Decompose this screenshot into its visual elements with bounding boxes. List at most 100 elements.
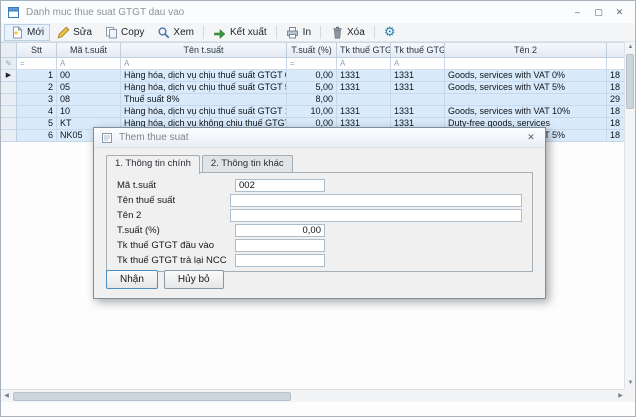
column-header-stt[interactable]: Stt	[17, 43, 57, 57]
cell-tk-thue-gtgt-2	[391, 94, 445, 105]
new-button-label: Mới	[27, 27, 44, 38]
table-row[interactable]: ▶100Hàng hóa, dịch vụ chịu thuế suất GTG…	[1, 70, 626, 82]
tsuat-pct-label: T.suất (%)	[117, 225, 235, 236]
cell-stt: 4	[17, 106, 57, 117]
cell-tk-thue-gtgt-1	[337, 94, 391, 105]
cancel-button[interactable]: Hủy bỏ	[164, 270, 224, 289]
copy-button[interactable]: Copy	[98, 24, 150, 41]
export-button-label: Kết xuất	[230, 27, 267, 38]
indicator-column-header	[1, 43, 17, 57]
cell-ma-tsuat: 00	[57, 70, 121, 81]
table-row[interactable]: 205Hàng hóa, dịch vụ chịu thuế suất GTGT…	[1, 82, 626, 94]
column-header-ten-tsuat[interactable]: Tên t.suất	[121, 43, 287, 57]
field-row: Tên 2	[117, 208, 522, 223]
scroll-left-icon[interactable]: ◀	[1, 391, 12, 402]
ma-tsuat-label: Mã t.suất	[117, 180, 235, 191]
toolbar-separator	[203, 26, 204, 39]
cell-stt: 2	[17, 82, 57, 93]
cell-stt: 3	[17, 94, 57, 105]
toolbar: Mới Sửa Copy Xem Kết xuất	[1, 23, 635, 42]
filter-cell-ma[interactable]: A	[57, 58, 121, 69]
horizontal-scrollbar[interactable]: ◀ ▶	[1, 389, 626, 402]
ma-tsuat-input[interactable]	[235, 179, 325, 192]
filter-cell-ten2[interactable]	[445, 58, 607, 69]
filter-cell-tk2[interactable]: A	[391, 58, 445, 69]
field-row: Tk thuế GTGT trả lại NCC	[117, 253, 522, 268]
cell-ma-tsuat: 08	[57, 94, 121, 105]
tk-gtgt-tra-lai-ncc-input[interactable]	[235, 254, 325, 267]
cell-ten-2: Goods, services with VAT 5%	[445, 82, 607, 93]
cell-tsuat-pct: 5,00	[287, 82, 337, 93]
cell-stt: 1	[17, 70, 57, 81]
column-header-tk-thue-gtgt-2[interactable]: Tk thuế GTGT	[391, 43, 445, 57]
title-bar[interactable]: Danh muc thue suat GTGT dau vao – ▢ ✕	[1, 1, 635, 23]
tsuat-pct-input[interactable]	[235, 224, 325, 237]
table-row[interactable]: 308Thuế suất 8%8,0029	[1, 94, 626, 106]
filter-indicator-icon: ✎	[1, 58, 17, 69]
dialog-title: Them thue suat	[119, 132, 523, 143]
magnifier-icon	[156, 25, 170, 39]
scrollbar-corner	[624, 389, 635, 402]
column-header-ma-tsuat[interactable]: Mã t.suất	[57, 43, 121, 57]
column-header-tk-thue-gtgt-1[interactable]: Tk thuế GTGT	[337, 43, 391, 57]
cell-ten-tsuat: Hàng hóa, dịch vụ chịu thuế suất GTGT 0%	[121, 70, 287, 81]
column-header-tsuat-pct[interactable]: T.suất (%)	[287, 43, 337, 57]
tk-gtgt-tra-lai-ncc-label: Tk thuế GTGT trả lại NCC	[117, 255, 235, 266]
view-button[interactable]: Xem	[150, 24, 200, 41]
scroll-down-icon[interactable]: ▼	[625, 378, 636, 389]
filter-cell-tsuat[interactable]: =	[287, 58, 337, 69]
gear-icon: ⚙	[384, 25, 396, 39]
row-indicator	[1, 94, 17, 105]
delete-button-label: Xóa	[347, 27, 365, 38]
main-info-tab-panel: Mã t.suất Tên thuế suất Tên 2 T.suất (%)…	[106, 172, 533, 272]
tk-gtgt-dau-vao-label: Tk thuế GTGT đầu vào	[117, 240, 235, 251]
new-document-icon	[10, 25, 24, 39]
field-row: Tên thuế suất	[117, 193, 522, 208]
app-window: Danh muc thue suat GTGT dau vao – ▢ ✕ Mớ…	[0, 0, 636, 417]
filter-cell-stt[interactable]: =	[17, 58, 57, 69]
ten-2-input[interactable]	[230, 209, 522, 222]
copy-button-label: Copy	[121, 27, 144, 38]
printer-icon	[286, 25, 300, 39]
horizontal-scroll-thumb[interactable]	[13, 392, 291, 401]
print-button[interactable]: In	[280, 24, 317, 41]
edit-pencil-icon	[56, 25, 70, 39]
new-button[interactable]: Mới	[4, 24, 50, 41]
dialog-form-icon	[100, 131, 114, 145]
row-indicator	[1, 118, 17, 129]
cell-tk-thue-gtgt-2: 1331	[391, 106, 445, 117]
dialog-title-bar[interactable]: Them thue suat ✕	[94, 128, 545, 148]
tab-main-info[interactable]: 1. Thông tin chính	[106, 155, 200, 174]
cell-tsuat-pct: 10,00	[287, 106, 337, 117]
filter-cell-tk1[interactable]: A	[337, 58, 391, 69]
tk-gtgt-dau-vao-input[interactable]	[235, 239, 325, 252]
table-row[interactable]: 410Hàng hóa, dịch vụ chịu thuế suất GTGT…	[1, 106, 626, 118]
grid-header-row: Stt Mã t.suất Tên t.suất T.suất (%) Tk t…	[1, 42, 626, 58]
dialog-close-icon[interactable]: ✕	[523, 132, 539, 143]
edit-button[interactable]: Sửa	[50, 24, 98, 41]
copy-icon	[104, 25, 118, 39]
delete-button[interactable]: Xóa	[324, 24, 371, 41]
cell-tk-thue-gtgt-2: 1331	[391, 70, 445, 81]
filter-cell-ten[interactable]: A	[121, 58, 287, 69]
settings-button[interactable]: ⚙	[378, 24, 402, 41]
scroll-up-icon[interactable]: ▲	[625, 42, 636, 53]
cell-tsuat-pct: 0,00	[287, 70, 337, 81]
row-indicator: ▶	[1, 70, 17, 81]
export-button[interactable]: Kết xuất	[207, 24, 273, 41]
print-button-label: In	[303, 27, 311, 38]
export-arrow-icon	[213, 25, 227, 39]
minimize-button[interactable]: –	[567, 2, 588, 22]
cell-ten-2: Goods, services with VAT 10%	[445, 106, 607, 117]
close-button[interactable]: ✕	[609, 2, 630, 22]
vertical-scroll-thumb[interactable]	[626, 54, 634, 109]
cell-tk-thue-gtgt-1: 1331	[337, 106, 391, 117]
ten-thue-suat-input[interactable]	[230, 194, 522, 207]
tab-other-info[interactable]: 2. Thông tin khác	[202, 155, 293, 173]
maximize-button[interactable]: ▢	[588, 2, 609, 22]
column-header-ten-2[interactable]: Tên 2	[445, 43, 607, 57]
cell-tk-thue-gtgt-2: 1331	[391, 82, 445, 93]
vertical-scrollbar[interactable]: ▲ ▼	[624, 42, 635, 389]
view-button-label: Xem	[173, 27, 194, 38]
accept-button[interactable]: Nhận	[106, 270, 158, 289]
